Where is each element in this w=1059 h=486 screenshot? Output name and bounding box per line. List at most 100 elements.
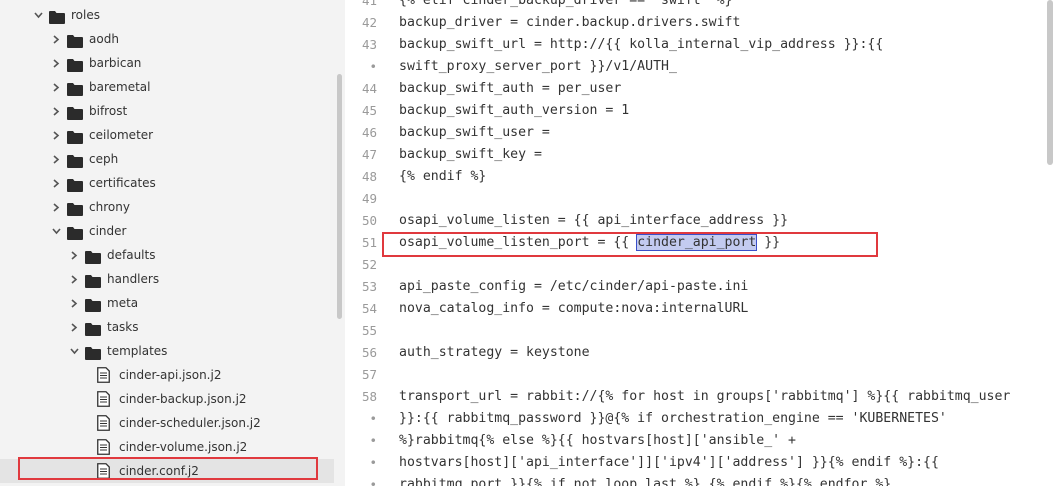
code-text: hostvars[host]['api_interface']]['ipv4']… <box>399 452 939 474</box>
tree-folder-barbican[interactable]: barbican <box>0 51 334 75</box>
line-number: 43 <box>361 37 377 52</box>
line-number: 52 <box>361 257 377 272</box>
code-line[interactable]: • rabbitmq_port }}{% if not loop.last %},… <box>345 474 1045 486</box>
code-line[interactable]: 46 backup_swift_user = <box>345 122 1045 144</box>
chevron-right-icon[interactable] <box>51 27 61 51</box>
tree-folder-ceilometer[interactable]: ceilometer <box>0 123 334 147</box>
code-line[interactable]: 52 <box>345 254 1045 276</box>
code-line[interactable]: 53 api_paste_config = /etc/cinder/api-pas… <box>345 276 1045 298</box>
code-text: backup_swift_auth = per_user <box>399 78 621 100</box>
code-line[interactable]: 45 backup_swift_auth_version = 1 <box>345 100 1045 122</box>
code-segment: nova_catalog_info = compute:nova:interna… <box>399 301 749 316</box>
tree-item-label: ceph <box>89 152 119 166</box>
code-line[interactable]: 43 backup_swift_url = http://{{ kolla_int… <box>345 34 1045 56</box>
code-line[interactable]: 54 nova_catalog_info = compute:nova:inter… <box>345 298 1045 320</box>
code-segment: transport_url = rabbit://{% for host in … <box>399 389 1011 404</box>
chevron-right-icon[interactable] <box>51 51 61 75</box>
code-segment: backup_swift_user = <box>399 125 550 140</box>
line-number: 55 <box>361 323 377 338</box>
tree-folder-templates[interactable]: templates <box>0 339 334 363</box>
tree-item-label: ceilometer <box>89 128 154 142</box>
folder-icon <box>85 344 101 360</box>
tree-item-label: aodh <box>89 32 119 46</box>
tree-item-label: cinder-scheduler.json.j2 <box>119 416 261 430</box>
code-line[interactable]: • hostvars[host]['api_interface']]['ipv4'… <box>345 452 1045 474</box>
tree-file-cinder-scheduler-json-j2[interactable]: cinder-scheduler.json.j2 <box>0 411 334 435</box>
tree-folder-defaults[interactable]: defaults <box>0 243 334 267</box>
code-line[interactable]: • %}rabbitmq{% else %}{{ hostvars[host]['… <box>345 430 1045 452</box>
tree-folder-certificates[interactable]: certificates <box>0 171 334 195</box>
chevron-right-icon[interactable] <box>69 267 79 291</box>
tree-folder-handlers[interactable]: handlers <box>0 267 334 291</box>
code-line[interactable]: 49 <box>345 188 1045 210</box>
tree-item-label: templates <box>107 344 168 358</box>
tree-folder-meta[interactable]: meta <box>0 291 334 315</box>
tree-file-cinder-volume-json-j2[interactable]: cinder-volume.json.j2 <box>0 435 334 459</box>
code-text: api_paste_config = /etc/cinder/api-paste… <box>399 276 748 298</box>
code-line[interactable]: • swift_proxy_server_port }}/v1/AUTH_ <box>345 56 1045 78</box>
file-icon <box>97 391 110 407</box>
tree-folder-baremetal[interactable]: baremetal <box>0 75 334 99</box>
folder-icon <box>67 56 83 72</box>
code-segment: backup_swift_url = http://{{ kolla_inter… <box>399 37 884 52</box>
line-number: 48 <box>361 169 377 184</box>
tree-item-label: meta <box>107 296 139 310</box>
tree-item-label: certificates <box>89 176 156 190</box>
line-number: 57 <box>361 367 377 382</box>
tree-folder-aodh[interactable]: aodh <box>0 27 334 51</box>
code-line[interactable]: •}}:{{ rabbitmq_password }}@{% if orches… <box>345 408 1045 430</box>
folder-icon <box>67 176 83 192</box>
code-segment: backup_driver = cinder.backup.drivers.sw… <box>399 15 741 30</box>
folder-icon <box>67 224 83 240</box>
tree-folder-ceph[interactable]: ceph <box>0 147 334 171</box>
code-line[interactable]: 58 transport_url = rabbit://{% for host i… <box>345 386 1045 408</box>
chevron-right-icon[interactable] <box>69 243 79 267</box>
selected-file-highlight-box <box>18 457 318 480</box>
chevron-right-icon[interactable] <box>51 123 61 147</box>
code-segment: backup_swift_auth_version = 1 <box>399 103 630 118</box>
code-text: {% endif %} <box>399 166 486 188</box>
code-text: %}rabbitmq{% else %}{{ hostvars[host]['a… <box>399 430 796 452</box>
file-icon <box>97 415 110 431</box>
chevron-down-icon[interactable] <box>33 3 43 27</box>
code-segment: api_paste_config = /etc/cinder/api-paste… <box>399 279 749 294</box>
tree-folder-chrony[interactable]: chrony <box>0 195 334 219</box>
tree-folder-tasks[interactable]: tasks <box>0 315 334 339</box>
tree-file-cinder-api-json-j2[interactable]: cinder-api.json.j2 <box>0 363 334 387</box>
tree-folder-cinder[interactable]: cinder <box>0 219 334 243</box>
chevron-right-icon[interactable] <box>51 171 61 195</box>
code-line[interactable]: 57 <box>345 364 1045 386</box>
code-line[interactable]: 47 backup_swift_key = <box>345 144 1045 166</box>
folder-icon <box>85 272 101 288</box>
chevron-right-icon[interactable] <box>51 75 61 99</box>
chevron-right-icon[interactable] <box>51 147 61 171</box>
chevron-right-icon[interactable] <box>51 99 61 123</box>
code-line[interactable]: 50 osapi_volume_listen = {{ api_interface… <box>345 210 1045 232</box>
sidebar-scrollbar[interactable] <box>337 74 342 319</box>
code-line[interactable]: 44 backup_swift_auth = per_user <box>345 78 1045 100</box>
chevron-down-icon[interactable] <box>69 339 79 363</box>
wrap-indicator: • <box>369 59 377 74</box>
code-line[interactable]: 42 backup_driver = cinder.backup.drivers.… <box>345 12 1045 34</box>
code-text: backup_swift_url = http://{{ kolla_inter… <box>399 34 883 56</box>
chevron-right-icon[interactable] <box>51 195 61 219</box>
folder-icon <box>85 248 101 264</box>
tree-folder-roles[interactable]: roles <box>0 3 334 27</box>
code-line[interactable]: 41 {% elif cinder_backup_driver == "swift… <box>345 0 1045 12</box>
code-line[interactable]: 56 auth_strategy = keystone <box>345 342 1045 364</box>
code-line[interactable]: 48 {% endif %} <box>345 166 1045 188</box>
code-text: }}:{{ rabbitmq_password }}@{% if orchest… <box>399 408 947 430</box>
folder-icon <box>67 80 83 96</box>
chevron-right-icon[interactable] <box>69 315 79 339</box>
tree-file-cinder-backup-json-j2[interactable]: cinder-backup.json.j2 <box>0 387 334 411</box>
code-segment: swift_proxy_server_port }}/v1/AUTH_ <box>399 59 677 74</box>
folder-icon <box>85 320 101 336</box>
tree-item-label: barbican <box>89 56 142 70</box>
tree-item-label: defaults <box>107 248 156 262</box>
chevron-right-icon[interactable] <box>69 291 79 315</box>
code-line[interactable]: 55 <box>345 320 1045 342</box>
editor-scrollbar[interactable] <box>1047 0 1053 165</box>
code-text: rabbitmq_port }}{% if not loop.last %},{… <box>399 474 891 486</box>
chevron-down-icon[interactable] <box>51 219 61 243</box>
tree-folder-bifrost[interactable]: bifrost <box>0 99 334 123</box>
